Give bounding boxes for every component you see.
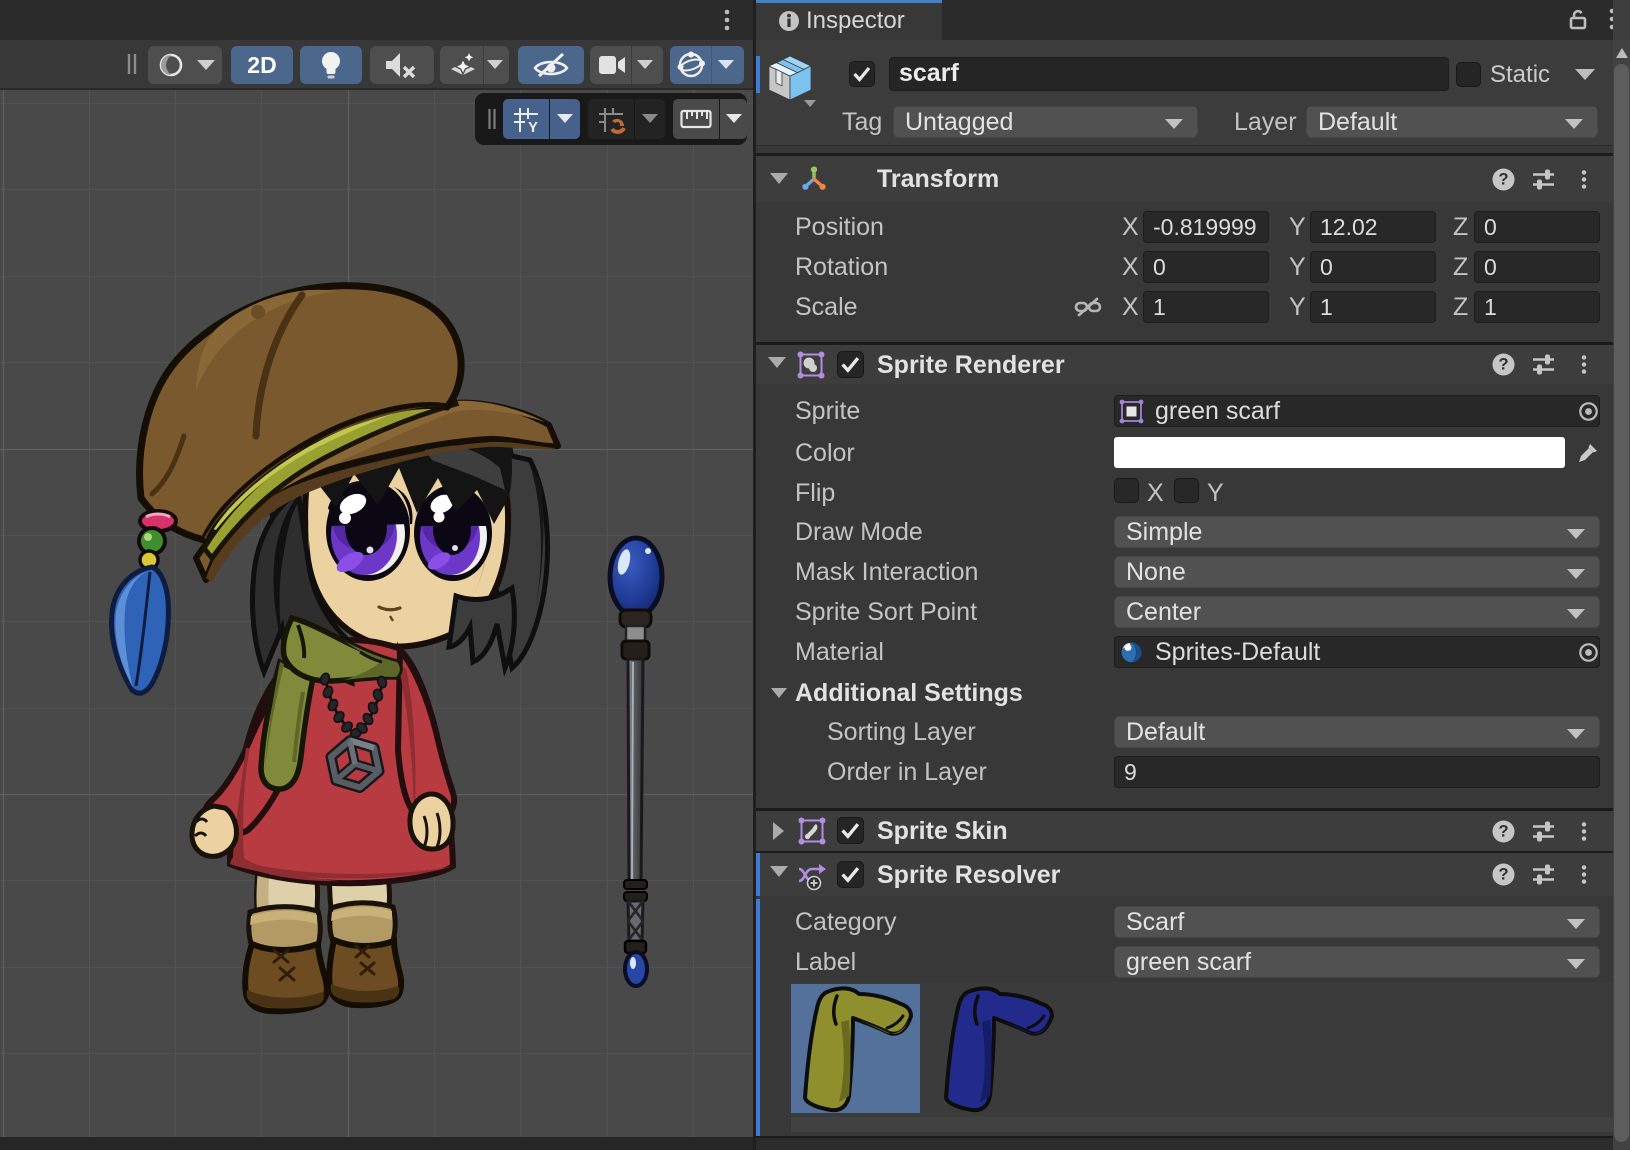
svg-text:?: ? [1498, 171, 1508, 189]
svg-text:?: ? [1498, 356, 1508, 374]
svg-text:?: ? [1498, 866, 1508, 884]
svg-text:?: ? [1498, 823, 1508, 841]
svg-text:Y: Y [528, 119, 538, 135]
